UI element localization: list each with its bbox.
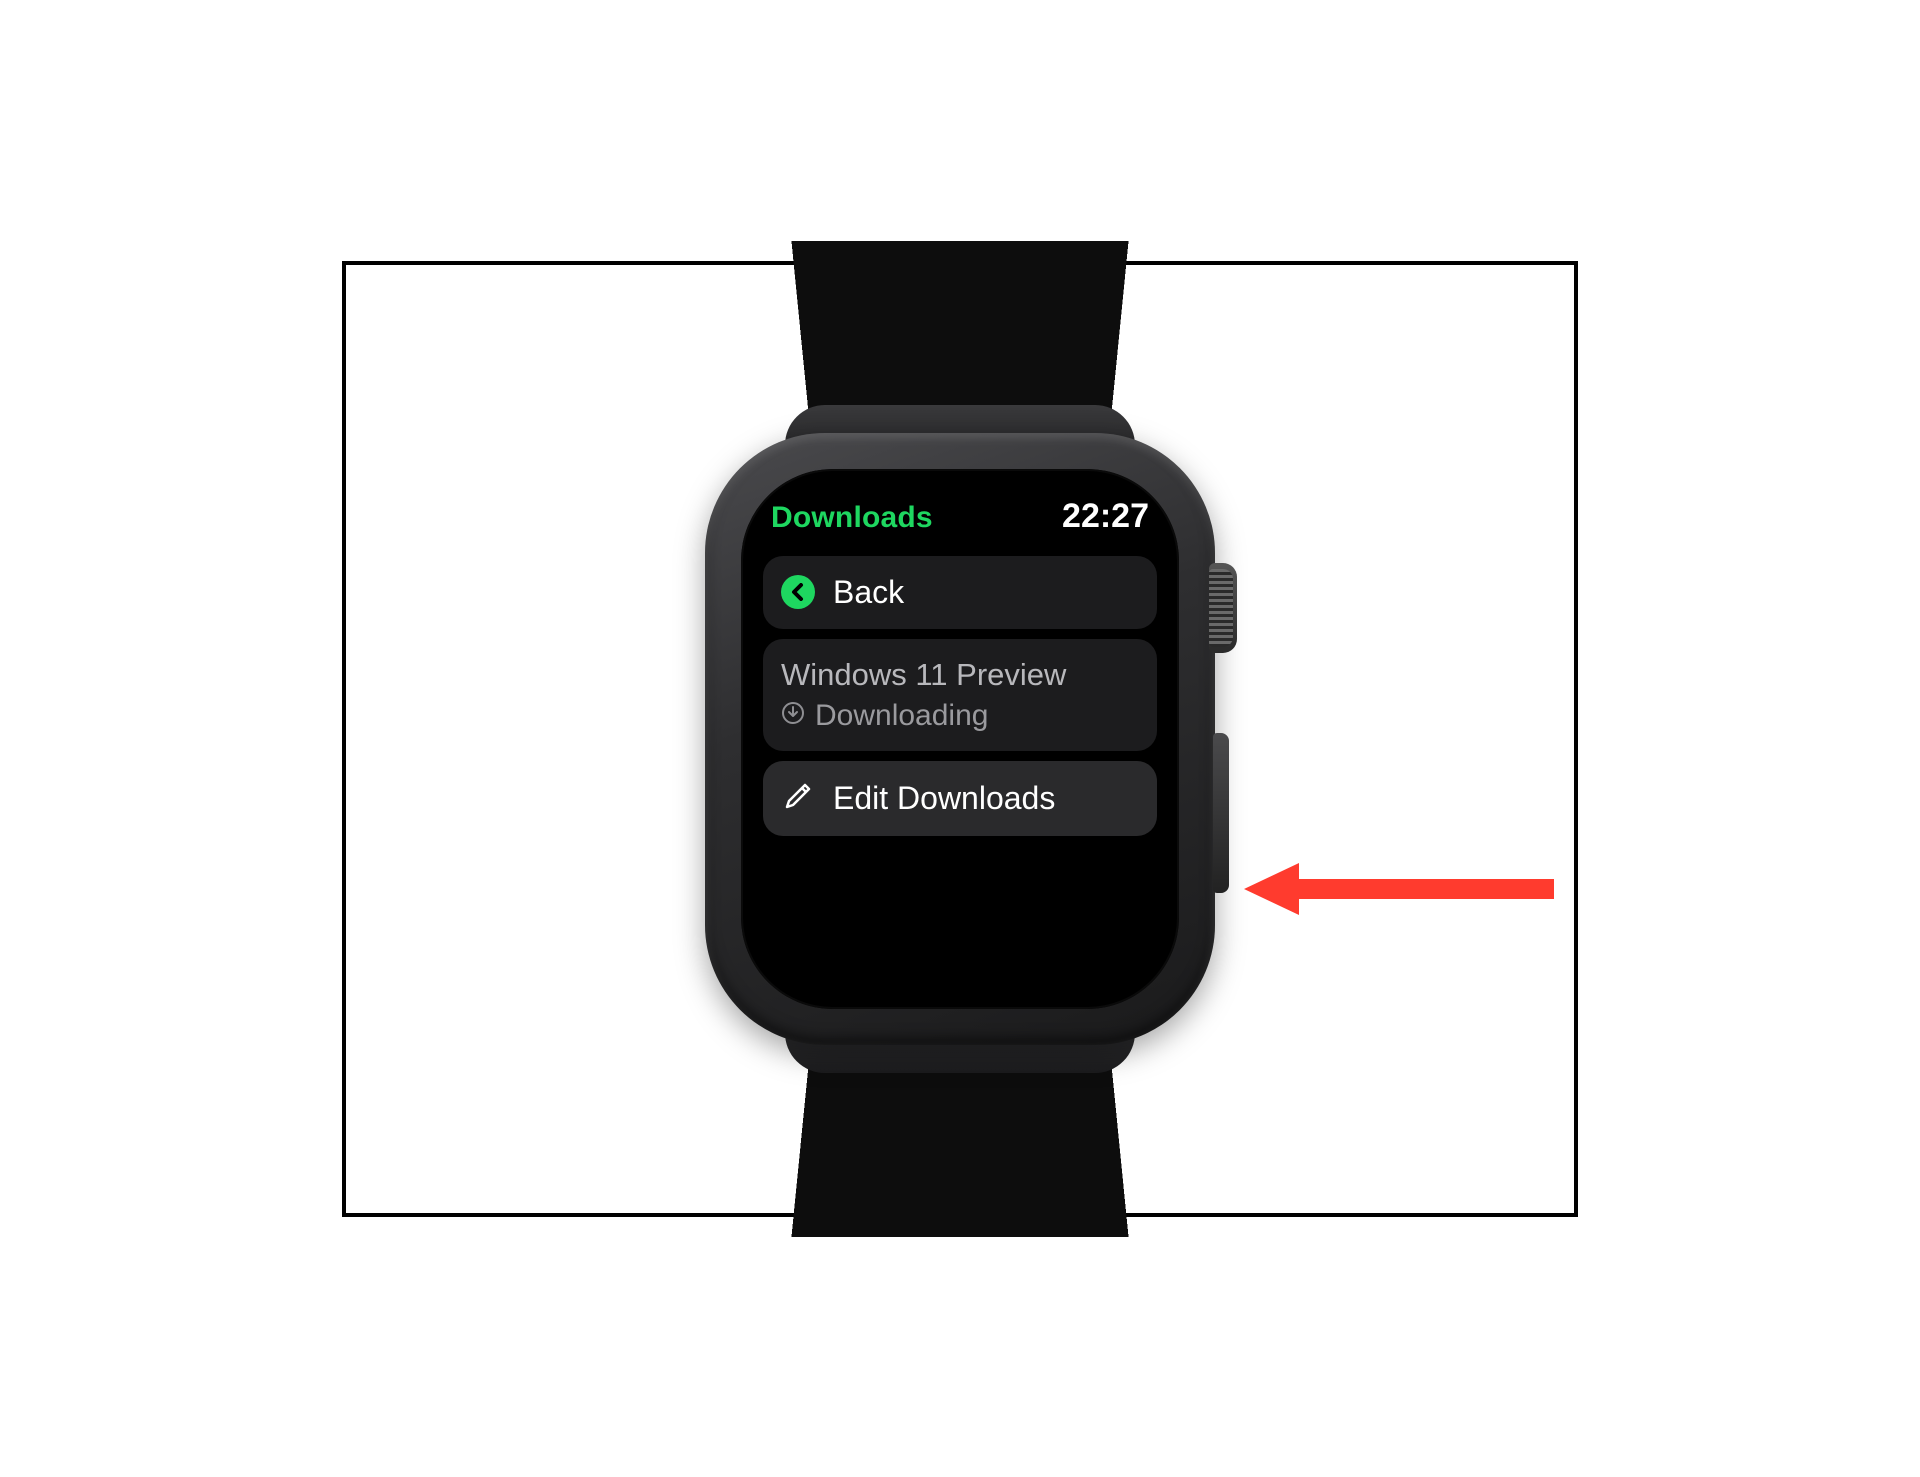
figure-frame: Downloads 22:27 Back Windows 11 Preview: [342, 261, 1578, 1217]
download-item[interactable]: Windows 11 Preview Downloading: [763, 639, 1157, 751]
chevron-left-icon: [781, 575, 815, 609]
back-label: Back: [833, 574, 904, 611]
clock-time: 22:27: [1062, 497, 1149, 536]
apple-watch: Downloads 22:27 Back Windows 11 Preview: [705, 433, 1215, 1045]
annotation-arrow-icon: [1244, 857, 1554, 921]
watch-screen: Downloads 22:27 Back Windows 11 Preview: [741, 469, 1179, 1009]
side-button[interactable]: [1213, 733, 1229, 893]
download-item-title: Windows 11 Preview: [781, 657, 1066, 693]
watch-case: Downloads 22:27 Back Windows 11 Preview: [705, 433, 1215, 1045]
back-button[interactable]: Back: [763, 556, 1157, 629]
page-title: Downloads: [771, 501, 933, 535]
download-item-status: Downloading: [815, 699, 988, 733]
pencil-icon: [781, 779, 815, 818]
edit-downloads-button[interactable]: Edit Downloads: [763, 761, 1157, 836]
digital-crown[interactable]: [1209, 563, 1237, 653]
downloading-icon: [781, 701, 805, 730]
edit-downloads-label: Edit Downloads: [833, 780, 1055, 817]
status-bar: Downloads 22:27: [763, 495, 1157, 546]
